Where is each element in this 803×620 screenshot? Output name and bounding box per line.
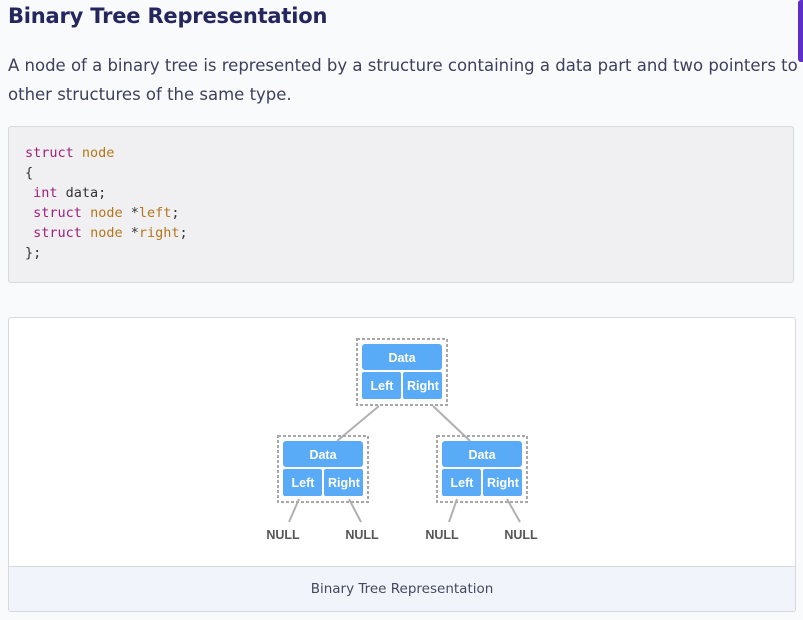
intro-paragraph: A node of a binary tree is represented b… (8, 56, 798, 104)
code-keyword: int (33, 185, 58, 201)
code-text-segment: * (122, 205, 139, 221)
code-text-segment: ; (179, 225, 188, 241)
node-right-label: Right (407, 379, 440, 393)
node-data-label: Data (309, 448, 337, 462)
code-keyword: struct (25, 145, 74, 161)
code-text-segment: * (122, 225, 139, 241)
code-keyword: struct (33, 205, 82, 221)
code-brace-close: }; (25, 245, 42, 261)
null-edge (506, 498, 521, 523)
node-right-label: Right (328, 476, 361, 490)
figure-caption: Binary Tree Representation (9, 566, 795, 611)
node-left-label: Left (451, 476, 475, 490)
accent-bar (798, 0, 803, 62)
code-type: node (90, 205, 123, 221)
code-brace-open: { (25, 165, 34, 181)
node-right-label: Right (487, 476, 520, 490)
null-label: NULL (425, 528, 459, 542)
binary-tree-diagram: DataLeft RightDataLeft RightDataLeft Right … (266, 338, 538, 542)
node-left-label: Left (371, 379, 395, 393)
code-field: left (138, 205, 172, 221)
code-block: struct node { int data; struct node *lef… (8, 126, 794, 283)
node-left-label: Left (292, 476, 316, 490)
null-label: NULL (266, 528, 300, 542)
null-edge (348, 498, 362, 523)
code-field: right (138, 225, 180, 241)
node-data-label: Data (388, 351, 416, 365)
code-keyword: struct (33, 225, 82, 241)
code-type: node (81, 145, 115, 161)
figure: Data Left Right Data Left Right Data Left Right … (8, 317, 796, 612)
node-data-label: Data (468, 448, 496, 462)
null-label: NULL (345, 528, 379, 542)
null-label: NULL (504, 528, 538, 542)
code-text-segment: ; (171, 205, 180, 221)
code-type: node (90, 225, 123, 241)
page-title: Binary Tree Representation (8, 4, 328, 28)
code-text: struct node { int data; struct node *lef… (9, 127, 793, 263)
code-text-segment: data; (57, 185, 107, 201)
